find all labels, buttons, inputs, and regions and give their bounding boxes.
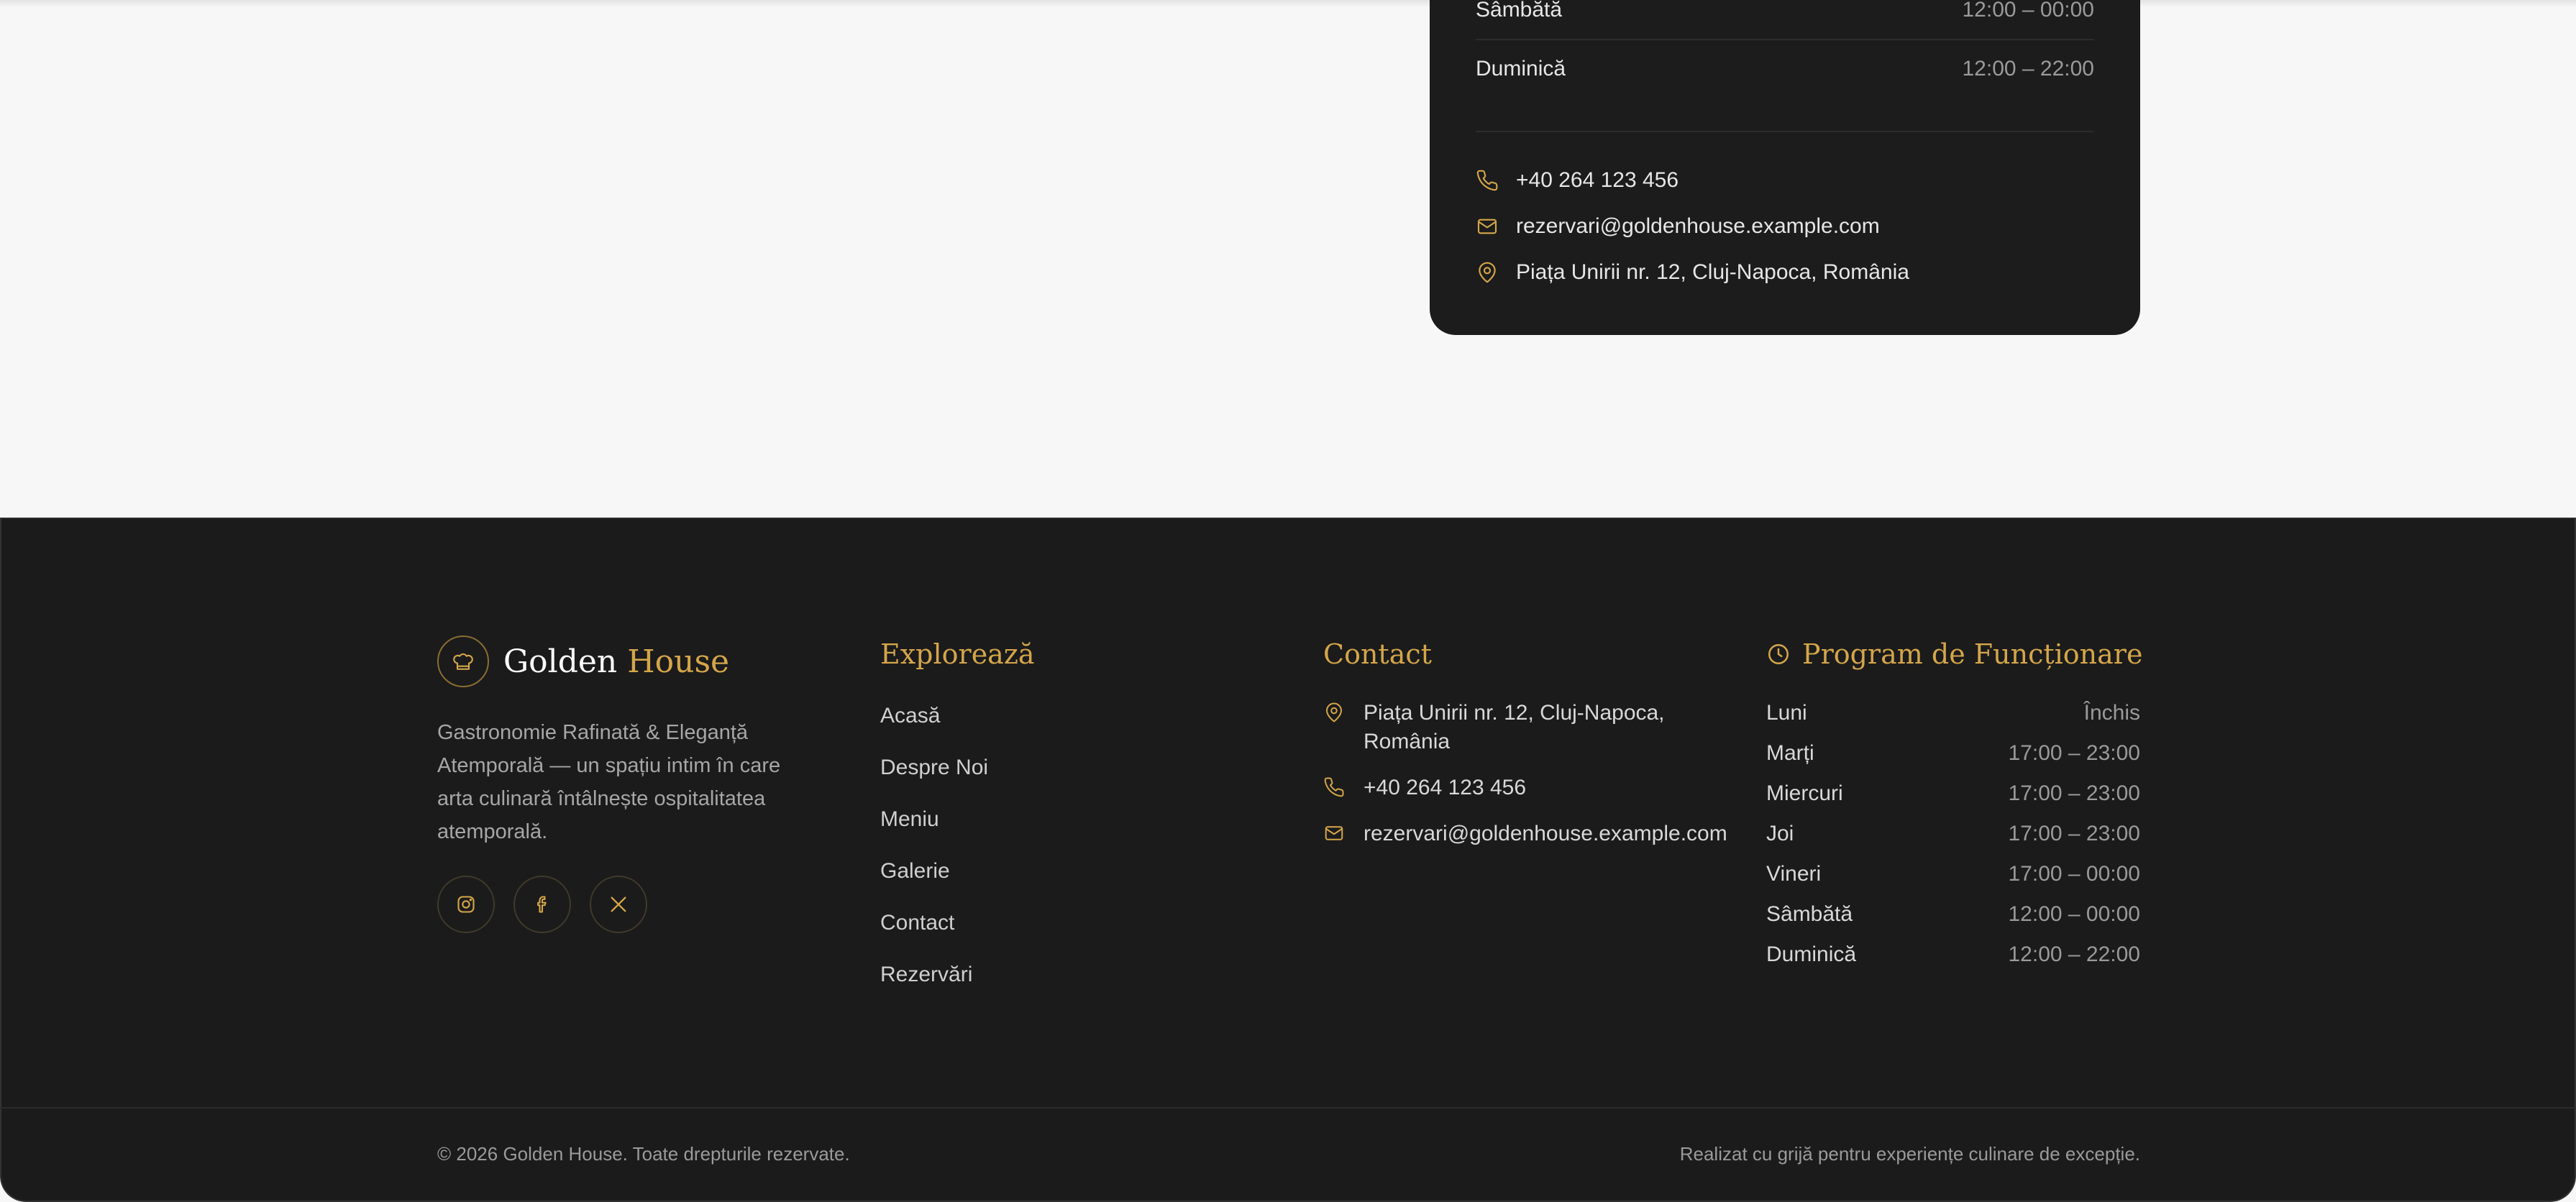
card-phone-link[interactable]: +40 264 123 456 [1476,168,1678,193]
facebook-icon [537,896,547,913]
hours-row: Luni Închis [1766,699,2140,739]
hours-row: Sâmbătă 12:00 – 00:00 [1766,900,2140,940]
nav-link-menu[interactable]: Meniu [880,807,988,858]
footer-divider [0,1107,2576,1109]
map-pin-icon [1479,262,1496,283]
card-address: Piața Unirii nr. 12, Cluj-Napoca, Români… [1476,260,1909,285]
instagram-link[interactable] [437,876,495,933]
hours-row: Vineri 17:00 – 00:00 [1766,860,2140,900]
nav-link-contact[interactable]: Contact [880,910,988,962]
nav-link-home[interactable]: Acasă [880,703,988,755]
credit-text: Realizat cu grijă pentru experiențe culi… [1679,1143,2140,1165]
hours-day: Duminică [1766,942,1857,966]
card-hours-day: Duminică [1476,57,1566,81]
brand-logo [437,636,489,687]
nav-link-gallery[interactable]: Galerie [880,858,988,910]
hours-time: Închis [2083,701,2140,725]
explore-heading: Explorează [880,638,1035,670]
hours-day: Sâmbătă [1766,902,1853,926]
nav-link-about[interactable]: Despre Noi [880,755,988,807]
hours-day: Joi [1766,822,1794,845]
map-pin-icon [1326,702,1342,722]
nav-link-reservations[interactable]: Rezervări [880,962,988,1014]
contact-title: Contact [1323,638,1432,670]
brand-name-first: Golden [503,643,618,680]
card-divider [1476,131,2094,132]
card-hours-day: Sâmbătă [1476,0,1563,22]
footer-email-text: rezervari@goldenhouse.example.com [1364,822,1727,845]
card-hours-time: 12:00 – 22:00 [1962,57,2094,81]
brand-description: Gastronomie Rafinată & Eleganță Atempora… [437,721,781,843]
card-email-text: rezervari@goldenhouse.example.com [1516,214,1880,238]
footer-phone-text: +40 264 123 456 [1364,776,1527,799]
hours-row: Duminică 12:00 – 22:00 [1766,940,2140,981]
card-email-link[interactable]: rezervari@goldenhouse.example.com [1476,214,1880,239]
brand-name: Golden House [503,643,729,680]
footer-address-text: Piața Unirii nr. 12, Cluj-Napoca, Români… [1364,701,1665,753]
phone-icon [1476,170,1498,191]
footer-hours-list: Luni Închis Marți 17:00 – 23:00 Miercuri 17… [1766,699,2140,981]
mail-icon [1477,219,1497,234]
x-link[interactable] [590,876,647,933]
brand-name-second: House [627,643,730,680]
explore-title: Explorează [880,638,1035,670]
hours-row: Joi 17:00 – 23:00 [1766,820,2140,860]
footer-nav: Acasă Despre Noi Meniu Galerie Contact R… [880,703,988,1014]
x-icon [611,896,626,912]
footer-phone-link[interactable]: +40 264 123 456 [1323,774,1740,820]
contact-heading: Contact [1323,638,1432,670]
footer-contact-list: Piața Unirii nr. 12, Cluj-Napoca, Români… [1323,699,1740,848]
footer-email-link[interactable]: rezervari@goldenhouse.example.com [1323,820,1740,848]
hours-heading: Program de Funcționare [1766,638,2142,670]
clock-icon [1768,643,1789,665]
hours-time: 17:00 – 23:00 [2008,781,2140,805]
facebook-link[interactable] [513,876,571,933]
hours-day: Marți [1766,741,1814,765]
card-address-text: Piața Unirii nr. 12, Cluj-Napoca, Români… [1516,260,1909,284]
phone-icon [1324,777,1344,797]
footer-address: Piața Unirii nr. 12, Cluj-Napoca, Români… [1323,699,1740,774]
hours-contact-card: Sâmbătă 12:00 – 00:00 Duminică 12:00 – 2… [1430,0,2140,335]
hours-day: Miercuri [1766,781,1843,805]
instagram-icon [457,896,475,913]
site-footer [0,518,2576,1202]
mail-icon [1325,826,1343,840]
card-hours-row: Duminică 12:00 – 22:00 [1476,56,2094,82]
card-phone-text: +40 264 123 456 [1516,168,1679,192]
chef-hat-icon [453,653,473,670]
hours-time: 17:00 – 00:00 [2008,862,2140,886]
hours-time: 17:00 – 23:00 [2008,741,2140,765]
card-divider [1476,39,2094,40]
card-hours-row: Sâmbătă 12:00 – 00:00 [1476,0,2094,23]
hours-day: Vineri [1766,862,1822,886]
hours-time: 12:00 – 00:00 [2008,902,2140,926]
hours-day: Luni [1766,701,1807,725]
card-hours-time: 12:00 – 00:00 [1962,0,2094,22]
copyright-text: © 2026 Golden House. Toate drepturile re… [437,1143,850,1165]
top-shadow [0,0,2576,7]
social-links [437,876,647,933]
hours-row: Marți 17:00 – 23:00 [1766,739,2140,779]
hours-row: Miercuri 17:00 – 23:00 [1766,779,2140,820]
footer-brand[interactable]: Golden House [437,636,729,687]
hours-title: Program de Funcționare [1802,638,2143,670]
hours-time: 12:00 – 22:00 [2008,942,2140,966]
hours-time: 17:00 – 23:00 [2008,822,2140,845]
